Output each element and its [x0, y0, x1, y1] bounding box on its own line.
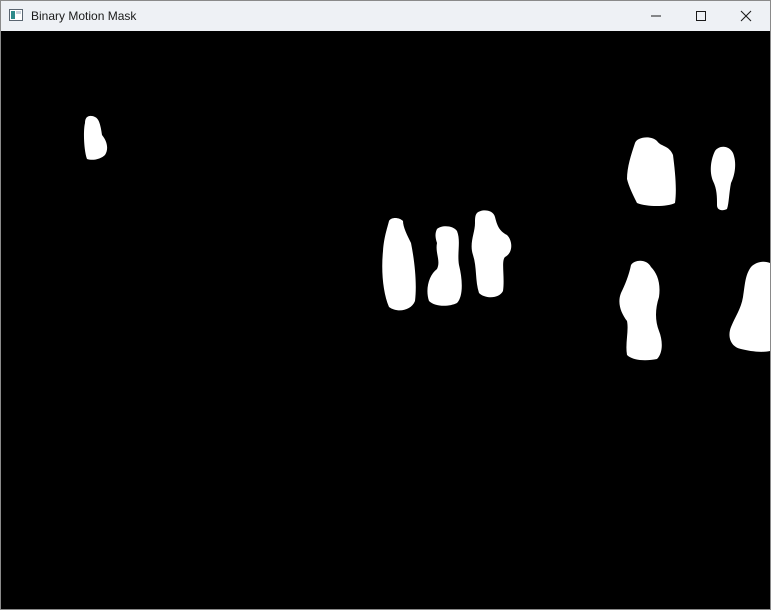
- maximize-icon: [696, 11, 706, 21]
- app-window-icon: [9, 9, 23, 21]
- minimize-button[interactable]: [633, 1, 679, 31]
- close-icon: [740, 10, 752, 22]
- motion-mask-canvas: [1, 31, 770, 609]
- app-window: Binary Motion Mask: [0, 0, 771, 610]
- window-title: Binary Motion Mask: [31, 9, 137, 23]
- close-button[interactable]: [723, 1, 769, 31]
- minimize-icon: [651, 15, 661, 17]
- title-bar[interactable]: Binary Motion Mask: [1, 1, 770, 31]
- maximize-button[interactable]: [678, 1, 724, 31]
- motion-mask-image: [1, 31, 770, 609]
